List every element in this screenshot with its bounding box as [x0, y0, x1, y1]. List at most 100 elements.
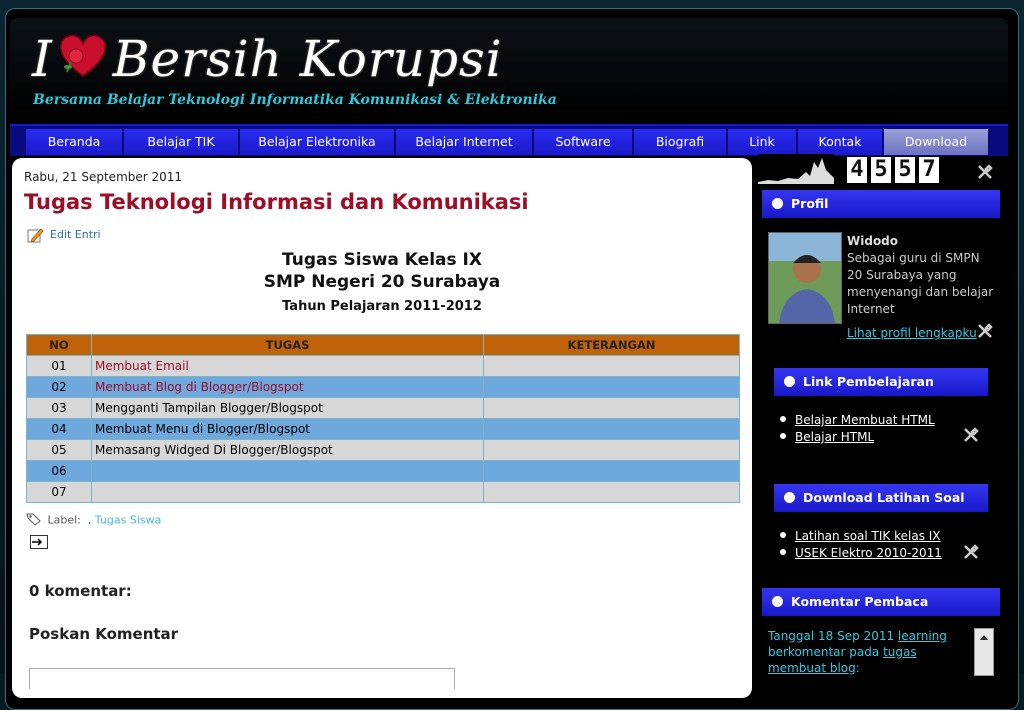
row-keterangan [483, 481, 740, 503]
link-belajar-html[interactable]: Belajar HTML [795, 430, 874, 444]
label-prefix: Label: [47, 513, 81, 527]
widget-komentar-header: Komentar Pembaca [762, 588, 1000, 616]
heading-sekolah: SMP Negeri 20 Surabaya [263, 272, 501, 292]
comment-mid: berkomentar pada [768, 645, 880, 659]
nav-belajar-elektronika[interactable]: Belajar Elektronika [240, 129, 395, 155]
bullet-icon [784, 492, 795, 503]
table-row: 07 [26, 481, 740, 503]
comment-form-frame[interactable] [29, 668, 455, 689]
link-latihan-soal-tik[interactable]: Latihan soal TIK kelas IX [795, 529, 941, 543]
table-row: 01 Membuat Email [26, 355, 740, 377]
nav-belajar-tik[interactable]: Belajar TIK [124, 129, 239, 155]
recent-comment: Tanggal 18 Sep 2011 learning berkomentar… [768, 628, 974, 676]
widget-profil-header: Profil [762, 190, 1000, 218]
edit-entry-link[interactable]: Edit Entri [26, 226, 101, 244]
counter-digit: 5 [870, 156, 892, 184]
post-comment-heading: Poskan Komentar [29, 625, 179, 643]
heading-tahun: Tahun Pelajaran 2011-2012 [282, 299, 482, 314]
row-no: 01 [26, 355, 92, 377]
quick-edit-wrench-icon[interactable] [976, 163, 994, 181]
list-item: Belajar Membuat HTML [780, 412, 935, 429]
bullet-icon [780, 433, 786, 439]
comment-suffix: : [855, 661, 860, 675]
quick-edit-wrench-icon[interactable] [976, 322, 994, 340]
heart-rose-icon [57, 32, 109, 80]
row-no: 02 [26, 376, 92, 398]
edit-entry-label: Edit Entri [50, 228, 101, 241]
download-list: Latihan soal TIK kelas IX USEK Elektro 2… [780, 528, 942, 562]
row-keterangan [483, 376, 740, 398]
row-task-link[interactable]: Membuat Blog di Blogger/Blogspot [91, 376, 484, 398]
row-task: Mengganti Tampilan Blogger/Blogspot [91, 397, 484, 419]
row-keterangan [483, 460, 740, 482]
post-date: Rabu, 21 September 2011 [24, 170, 183, 184]
row-task: Membuat Menu di Blogger/Blogspot [91, 418, 484, 440]
widget-profil-title: Profil [791, 196, 829, 211]
nav-beranda[interactable]: Beranda [26, 129, 123, 155]
row-no: 07 [26, 481, 92, 503]
table-row: 02 Membuat Blog di Blogger/Blogspot [26, 376, 740, 398]
avatar[interactable] [768, 232, 842, 324]
post-container: Rabu, 21 September 2011 Tugas Teknologi … [12, 158, 752, 698]
row-task-link[interactable]: Membuat Email [91, 355, 484, 377]
row-keterangan [483, 439, 740, 461]
widget-download-title: Download Latihan Soal [803, 490, 965, 505]
nav-belajar-internet[interactable]: Belajar Internet [396, 129, 533, 155]
row-task [91, 481, 484, 503]
email-post-icon[interactable] [30, 534, 48, 549]
bullet-icon [780, 532, 786, 538]
comment-date: Tanggal 18 Sep 2011 [768, 629, 895, 643]
row-no: 04 [26, 418, 92, 440]
blog-tagline: Bersama Belajar Teknologi Informatika Ko… [33, 92, 557, 108]
tag-icon [26, 512, 44, 529]
nav-download[interactable]: Download [884, 129, 989, 155]
logo-text: Bersih Korupsi [112, 30, 503, 88]
row-no: 03 [26, 397, 92, 419]
bullet-icon [780, 416, 786, 422]
link-belajar-membuat-html[interactable]: Belajar Membuat HTML [795, 413, 935, 427]
row-task [91, 460, 484, 482]
comments-scrollbar[interactable] [974, 628, 994, 676]
widget-link-title: Link Pembelajaran [803, 374, 934, 389]
col-no: NO [26, 334, 92, 356]
bullet-icon [772, 198, 783, 209]
label-tag-link[interactable]: Tugas Siswa [95, 514, 161, 527]
quick-edit-wrench-icon[interactable] [962, 426, 980, 444]
blog-logo[interactable]: I Bersih Korupsi [32, 30, 503, 90]
counter-digit: 5 [894, 156, 916, 184]
nav-link[interactable]: Link [728, 129, 797, 155]
row-keterangan [483, 418, 740, 440]
comment-author-link[interactable]: learning [898, 629, 947, 643]
row-no: 05 [26, 439, 92, 461]
table-header-row: NO TUGAS KETERANGAN [26, 334, 740, 356]
post-labels: Label: , Tugas Siswa [26, 512, 161, 529]
list-item: USEK Elektro 2010-2011 [780, 545, 942, 562]
widget-komentar-title: Komentar Pembaca [791, 594, 929, 609]
nav-biografi[interactable]: Biografi [634, 129, 727, 155]
col-keterangan: KETERANGAN [483, 334, 740, 356]
heading-kelas: Tugas Siswa Kelas IX [282, 250, 482, 270]
profile-name: Widodo [847, 234, 899, 248]
sidebar: 4557 Profil Widodo Sebagai guru di SMPN … [756, 154, 1012, 676]
quick-edit-wrench-icon[interactable] [962, 543, 980, 561]
table-row: 03 Mengganti Tampilan Blogger/Blogspot [26, 397, 740, 419]
link-list: Belajar Membuat HTML Belajar HTML [780, 412, 935, 446]
post-title[interactable]: Tugas Teknologi Informasi dan Komunikasi [24, 190, 529, 214]
nav-kontak[interactable]: Kontak [798, 129, 883, 155]
row-task: Memasang Widged Di Blogger/Blogspot [91, 439, 484, 461]
link-usek-elektro[interactable]: USEK Elektro 2010-2011 [795, 546, 942, 560]
visitor-counter: 4557 [846, 156, 942, 184]
widget-link-header: Link Pembelajaran [774, 368, 988, 396]
row-no: 06 [26, 460, 92, 482]
label-separator: , [87, 513, 92, 527]
bullet-icon [784, 376, 795, 387]
bullet-icon [780, 549, 786, 555]
list-item: Belajar HTML [780, 429, 935, 446]
table-row: 05 Memasang Widged Di Blogger/Blogspot [26, 439, 740, 461]
full-profile-link[interactable]: Lihat profil lengkapku [847, 326, 977, 340]
nav-software[interactable]: Software [534, 129, 633, 155]
col-tugas: TUGAS [91, 334, 484, 356]
table-row: 06 [26, 460, 740, 482]
widget-download-header: Download Latihan Soal [774, 484, 988, 512]
main-nav: Beranda Belajar TIK Belajar Elektronika … [10, 124, 1008, 156]
